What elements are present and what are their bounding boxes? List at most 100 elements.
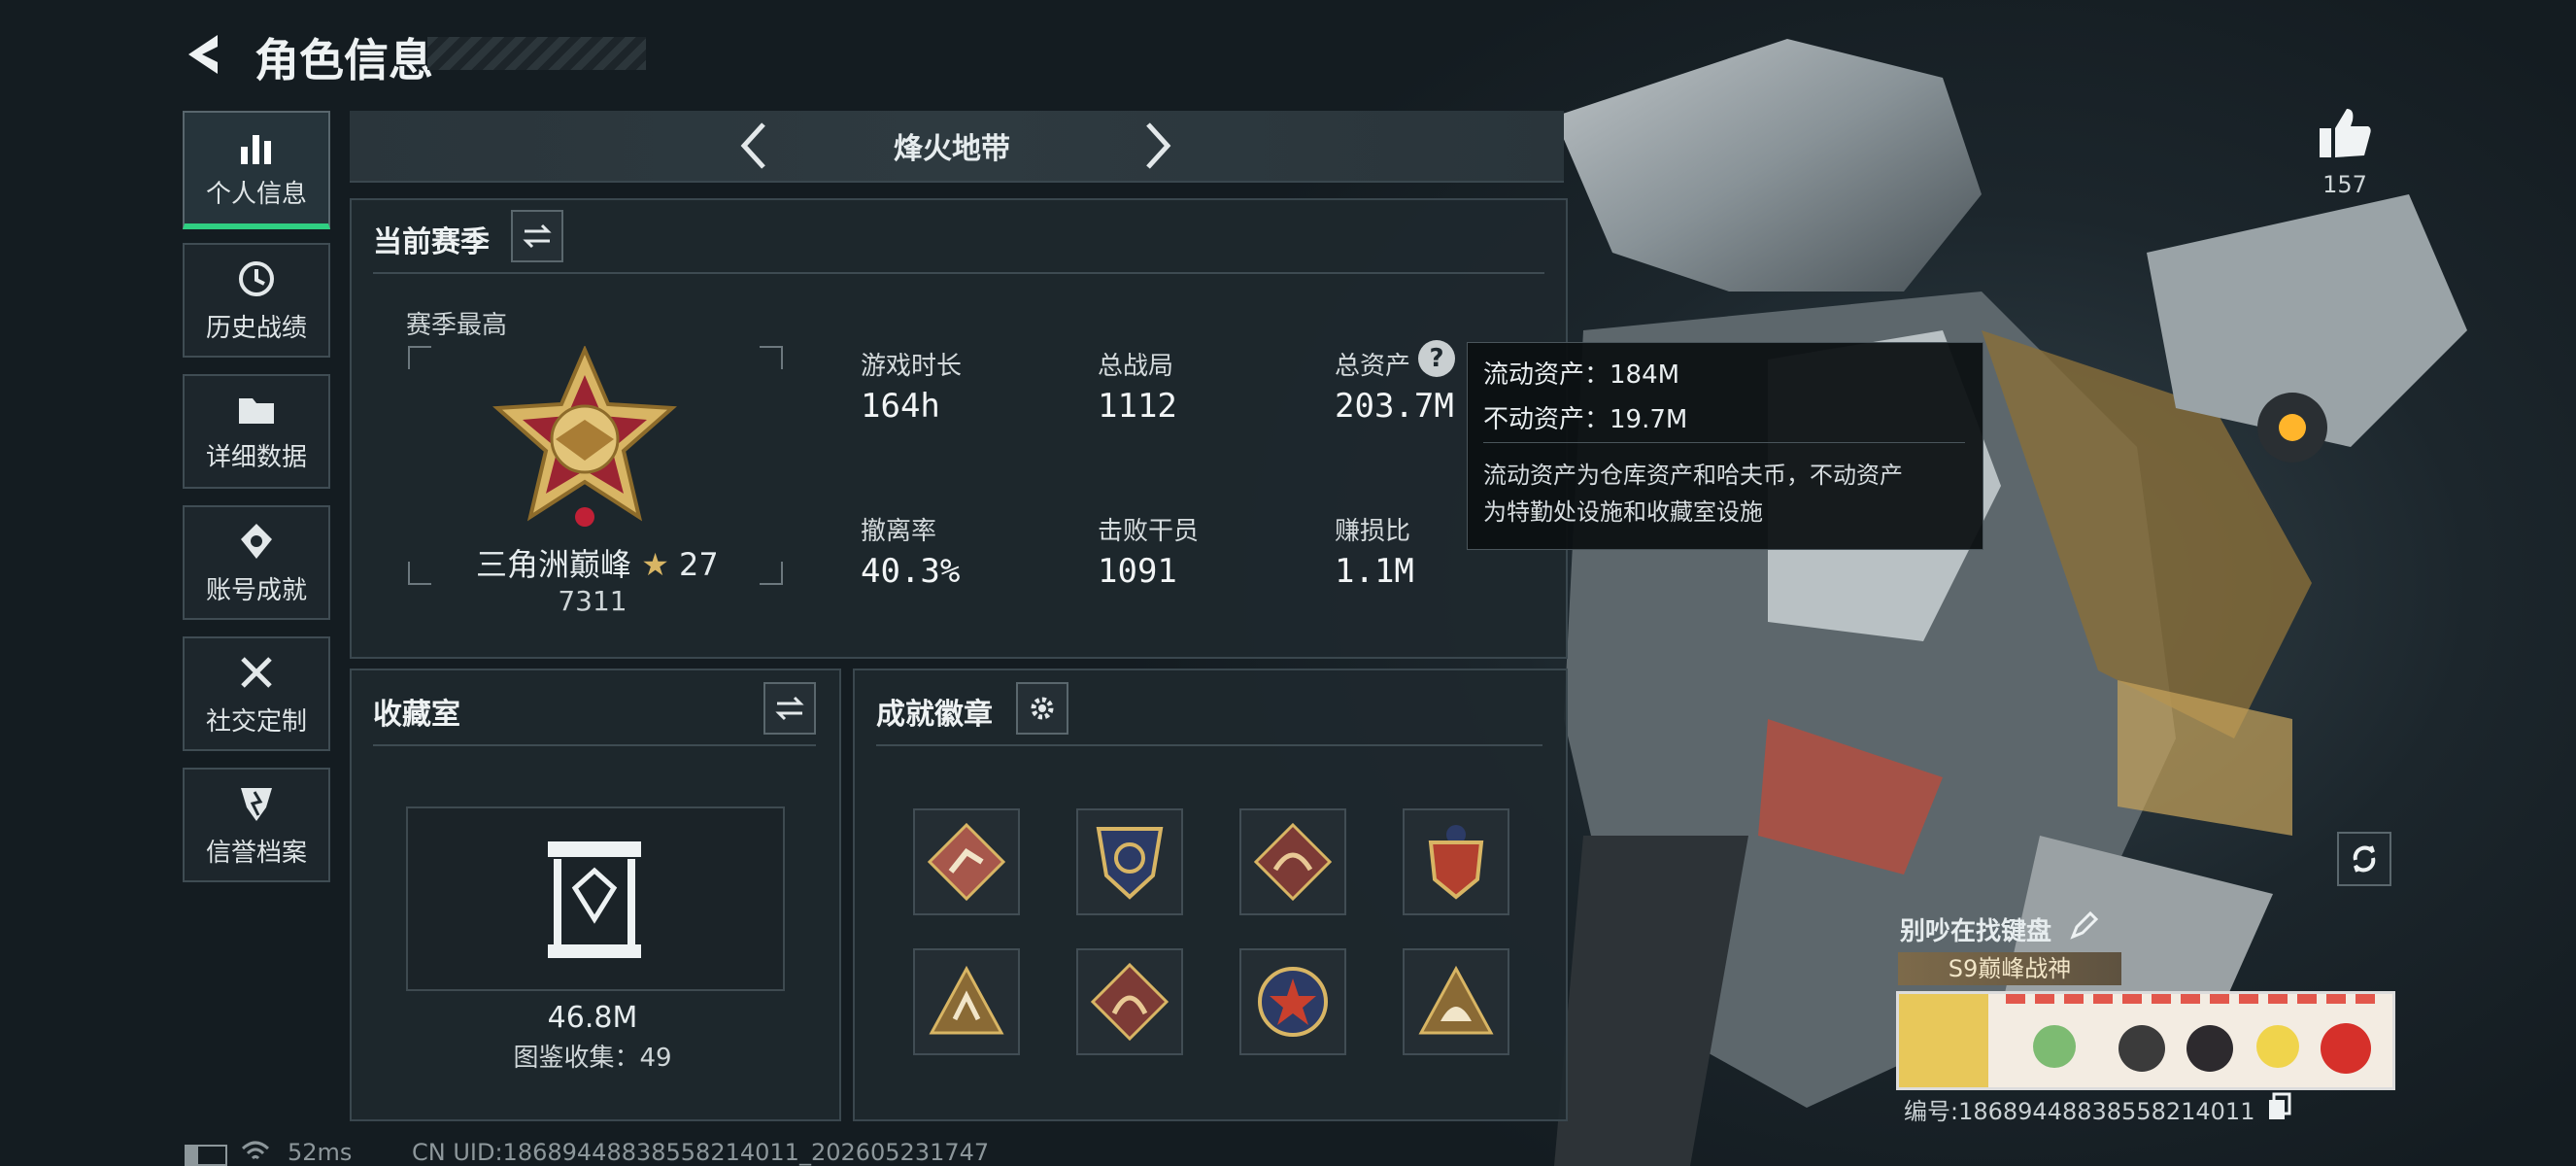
switch-arrows-icon <box>775 696 804 721</box>
badge-shield-icon <box>1428 825 1484 900</box>
season-switch-button[interactable] <box>511 210 563 262</box>
tools-icon <box>241 656 272 688</box>
tooltip-fixed: 不动资产：19.7M <box>1483 405 1688 434</box>
mode-next-button[interactable] <box>1138 119 1177 173</box>
back-arrow-icon <box>188 35 218 74</box>
collection-title: 收藏室 <box>373 698 460 732</box>
collection-value: 46.8M <box>547 1001 638 1035</box>
badge-8[interactable] <box>1403 948 1509 1055</box>
back-button[interactable] <box>179 29 229 78</box>
tooltip-desc-1: 流动资产为仓库资产和哈夫币，不动资产 <box>1483 462 1903 489</box>
sidebar-item-credit[interactable]: 信誉档案 <box>183 768 330 882</box>
shield-icon <box>241 787 272 821</box>
season-best-label: 赛季最高 <box>406 311 508 340</box>
divider <box>373 272 1544 274</box>
rank-points: 7311 <box>558 585 627 617</box>
help-icon[interactable]: ? <box>1418 340 1455 377</box>
folder-icon <box>239 397 274 424</box>
sidebar-item-label: 社交定制 <box>205 706 307 737</box>
badge-triangle-icon <box>929 965 1004 1035</box>
player-name: 别吵在找键盘 <box>1900 917 2052 946</box>
collection-vault-icon <box>548 841 641 958</box>
sidebar-item-personal-info[interactable]: 个人信息 <box>183 111 330 229</box>
pencil-icon <box>2070 910 2099 940</box>
rank-name: 三角洲巅峰 <box>476 546 632 583</box>
player-title-tag: S9巅峰战神 <box>1898 952 2121 985</box>
stat-value: 1091 <box>1098 552 1177 591</box>
star-icon: ★ <box>641 546 669 583</box>
sidebar-item-label: 个人信息 <box>205 179 307 209</box>
sidebar-item-label: 信誉档案 <box>205 838 307 868</box>
gear-icon <box>1031 697 1054 720</box>
stat-value: 1.1M <box>1335 552 1414 591</box>
sidebar-item-label: 历史战绩 <box>205 313 307 343</box>
copy-id-button[interactable] <box>2267 1092 2292 1121</box>
stat-label: 总战局 <box>1098 352 1174 381</box>
uid-text: CN UID:18689448838558214011_202605231747 <box>412 1139 990 1166</box>
tooltip-liquid: 流动资产：184M <box>1483 360 1680 390</box>
frame-corner <box>408 562 431 585</box>
badge-2[interactable] <box>1076 808 1183 915</box>
badge-runner-icon <box>928 823 1005 901</box>
collection-count: 图鉴收集：49 <box>513 1044 672 1073</box>
player-banner <box>1896 991 2395 1090</box>
badges-title: 成就徽章 <box>876 698 993 732</box>
season-title: 当前赛季 <box>373 225 490 259</box>
collection-switch-button[interactable] <box>763 682 816 735</box>
refresh-button[interactable] <box>2337 832 2391 886</box>
badges-settings-button[interactable] <box>1016 682 1068 735</box>
tooltip-desc-2: 为特勤处设施和收藏室设施 <box>1483 498 1763 526</box>
stat-value: 203.7M <box>1335 387 1454 426</box>
badge-4[interactable] <box>1403 808 1509 915</box>
badge-6[interactable] <box>1076 948 1183 1055</box>
player-title-text: S9巅峰战神 <box>1948 955 2072 982</box>
wifi-icon <box>241 1141 270 1160</box>
copy-icon <box>2269 1092 2291 1119</box>
sidebar-item-details[interactable]: 详细数据 <box>183 374 330 489</box>
badge-dragon-alt-icon <box>1091 963 1169 1041</box>
rank-medal-icon <box>492 346 677 527</box>
mode-label: 烽火地带 <box>894 132 1010 166</box>
stat-label: 击败干员 <box>1098 517 1200 546</box>
rank-stars: 27 <box>679 546 719 583</box>
mode-prev-button[interactable] <box>734 119 773 173</box>
like-count: 157 <box>2322 171 2367 198</box>
edit-name-button[interactable] <box>2069 910 2099 941</box>
sidebar-item-label: 详细数据 <box>205 442 307 472</box>
frame-corner <box>760 346 783 369</box>
badge-crest-icon <box>1096 827 1164 900</box>
stat-label: 游戏时长 <box>861 352 963 381</box>
sidebar-item-achievements[interactable]: 账号成就 <box>183 505 330 620</box>
chevron-right-icon <box>1146 122 1171 169</box>
title-decoration <box>427 37 646 70</box>
stat-label: 总资产 <box>1335 352 1411 381</box>
collection-frame[interactable] <box>406 806 785 991</box>
player-avatar[interactable] <box>1899 994 1988 1087</box>
badge-1[interactable] <box>913 808 1020 915</box>
banner-characters-icon <box>2033 1023 2371 1074</box>
achievement-icon <box>241 523 272 559</box>
stat-label: 赚损比 <box>1335 517 1411 546</box>
bar-chart-icon <box>241 134 271 164</box>
banner-stripe <box>2006 994 2385 1004</box>
sidebar-item-history[interactable]: 历史战绩 <box>183 243 330 358</box>
divider <box>876 744 1542 746</box>
ping-text: 52ms <box>288 1139 353 1166</box>
stat-label: 撤离率 <box>861 517 937 546</box>
badge-helmet-icon <box>1418 965 1494 1035</box>
like-button[interactable] <box>2316 103 2374 161</box>
badge-7[interactable] <box>1239 948 1346 1055</box>
badge-dragon-icon <box>1254 823 1332 901</box>
player-id: 编号:18689448838558214011 <box>1904 1098 2255 1125</box>
badge-star-icon <box>1258 967 1328 1037</box>
switch-arrows-icon <box>523 223 552 249</box>
badge-3[interactable] <box>1239 808 1346 915</box>
tooltip-divider <box>1483 442 1965 443</box>
history-clock-icon <box>239 260 274 296</box>
stat-value: 40.3% <box>861 552 961 591</box>
sidebar-item-social[interactable]: 社交定制 <box>183 636 330 751</box>
chevron-left-icon <box>740 122 765 169</box>
frame-corner <box>408 346 431 369</box>
badge-5[interactable] <box>913 948 1020 1055</box>
asset-tooltip: 流动资产：184M 不动资产：19.7M 流动资产为仓库资产和哈夫币，不动资产 … <box>1467 342 1983 550</box>
